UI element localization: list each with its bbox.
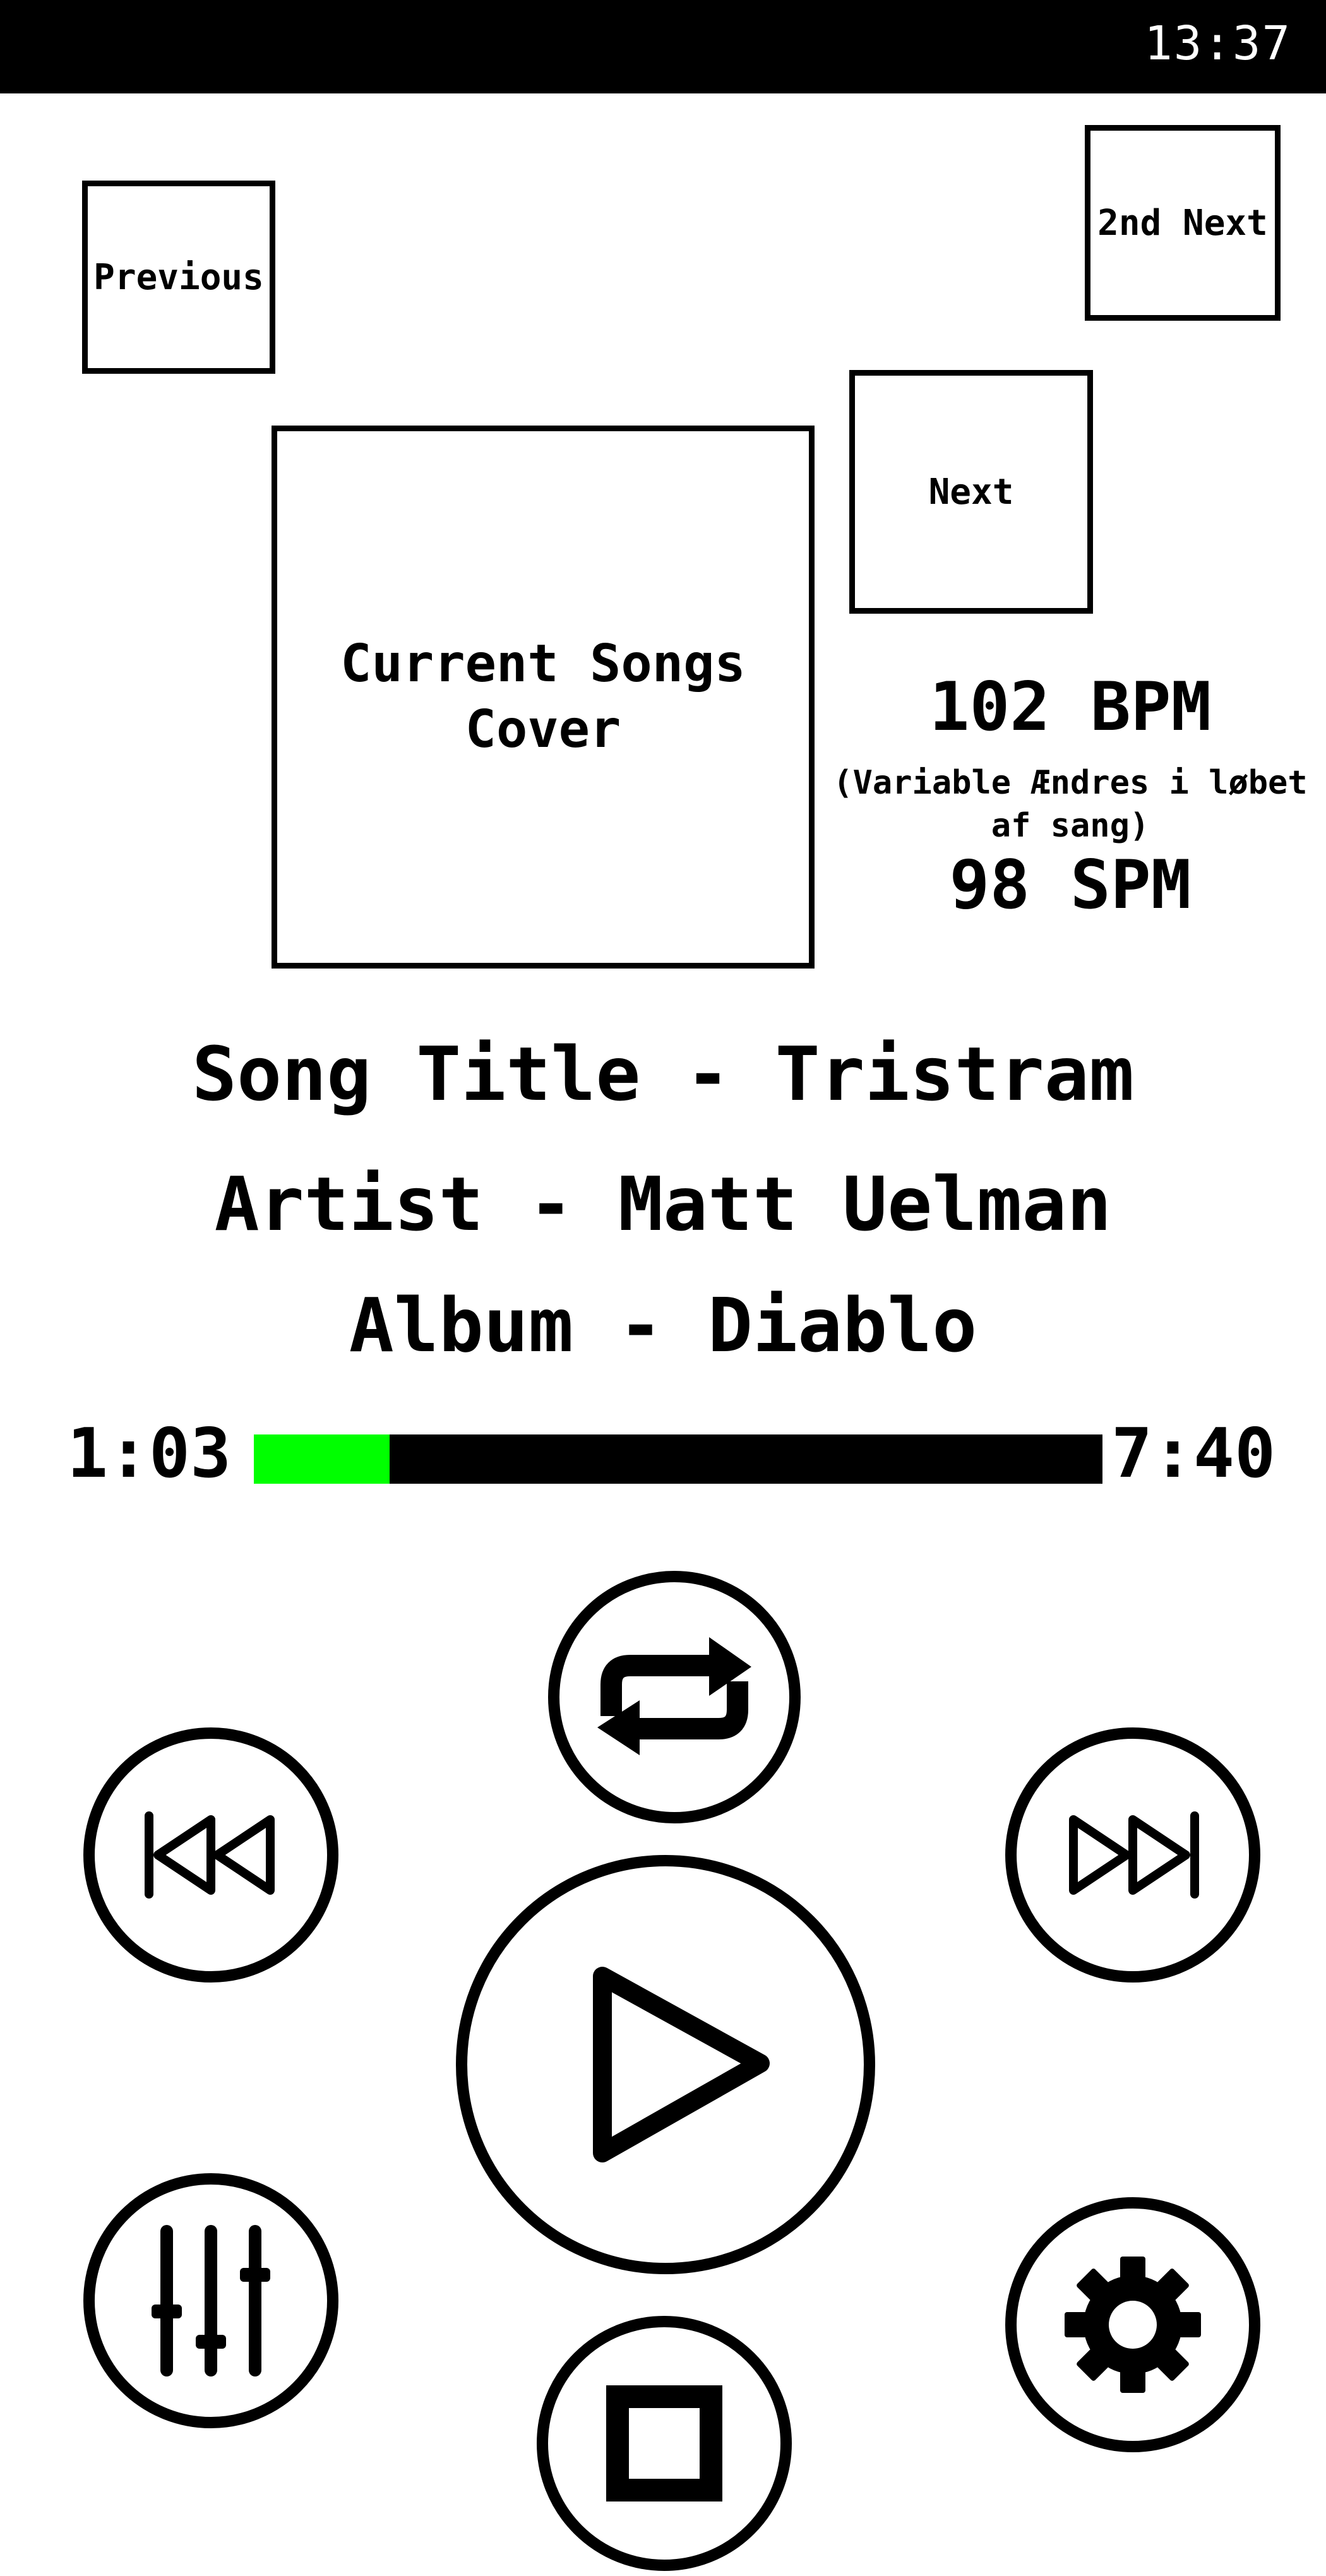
progress-bar[interactable] [254, 1434, 1102, 1484]
song-album: Album - Diablo [349, 1282, 977, 1369]
song-artist: Artist - Matt Uelman [214, 1160, 1112, 1248]
rewind-button[interactable] [83, 1727, 338, 1983]
equalizer-button[interactable] [83, 2173, 338, 2428]
repeat-button[interactable] [548, 1571, 801, 1823]
total-time: 7:40 [1111, 1414, 1276, 1493]
gear-icon [1065, 2257, 1201, 2393]
forward-button[interactable] [1005, 1727, 1260, 1983]
stop-icon [606, 2385, 722, 2501]
previous-song-button[interactable]: Previous [82, 181, 275, 374]
status-clock: 13:37 [1144, 16, 1291, 71]
song-title: Song Title - Tristram [192, 1030, 1134, 1118]
stop-button[interactable] [537, 2316, 792, 2571]
elapsed-time: 1:03 [67, 1414, 232, 1493]
second-next-label: 2nd Next [1097, 202, 1268, 244]
current-song-cover: Current Songs Cover [272, 426, 815, 969]
progress-bar-fill [254, 1434, 390, 1484]
bpm-variable-note: (Variable Ændres i løbet af sang) [833, 764, 1308, 845]
skip-back-icon [145, 1811, 275, 1899]
cover-label: Current Songs Cover [340, 634, 746, 760]
play-icon [593, 1967, 770, 2162]
repeat-icon [597, 1637, 751, 1755]
play-button[interactable] [456, 1855, 875, 2274]
next-label: Next [928, 471, 1014, 513]
status-bar: 13:37 [0, 0, 1326, 93]
skip-forward-icon [1069, 1811, 1199, 1899]
settings-button[interactable] [1005, 2197, 1260, 2452]
next-song-button[interactable]: Next [849, 370, 1093, 614]
spm-value: 98 SPM [949, 846, 1192, 924]
equalizer-sliders-icon [152, 2225, 270, 2376]
second-next-song-button[interactable]: 2nd Next [1085, 125, 1281, 321]
previous-label: Previous [93, 256, 264, 298]
bpm-value: 102 BPM [929, 668, 1212, 746]
